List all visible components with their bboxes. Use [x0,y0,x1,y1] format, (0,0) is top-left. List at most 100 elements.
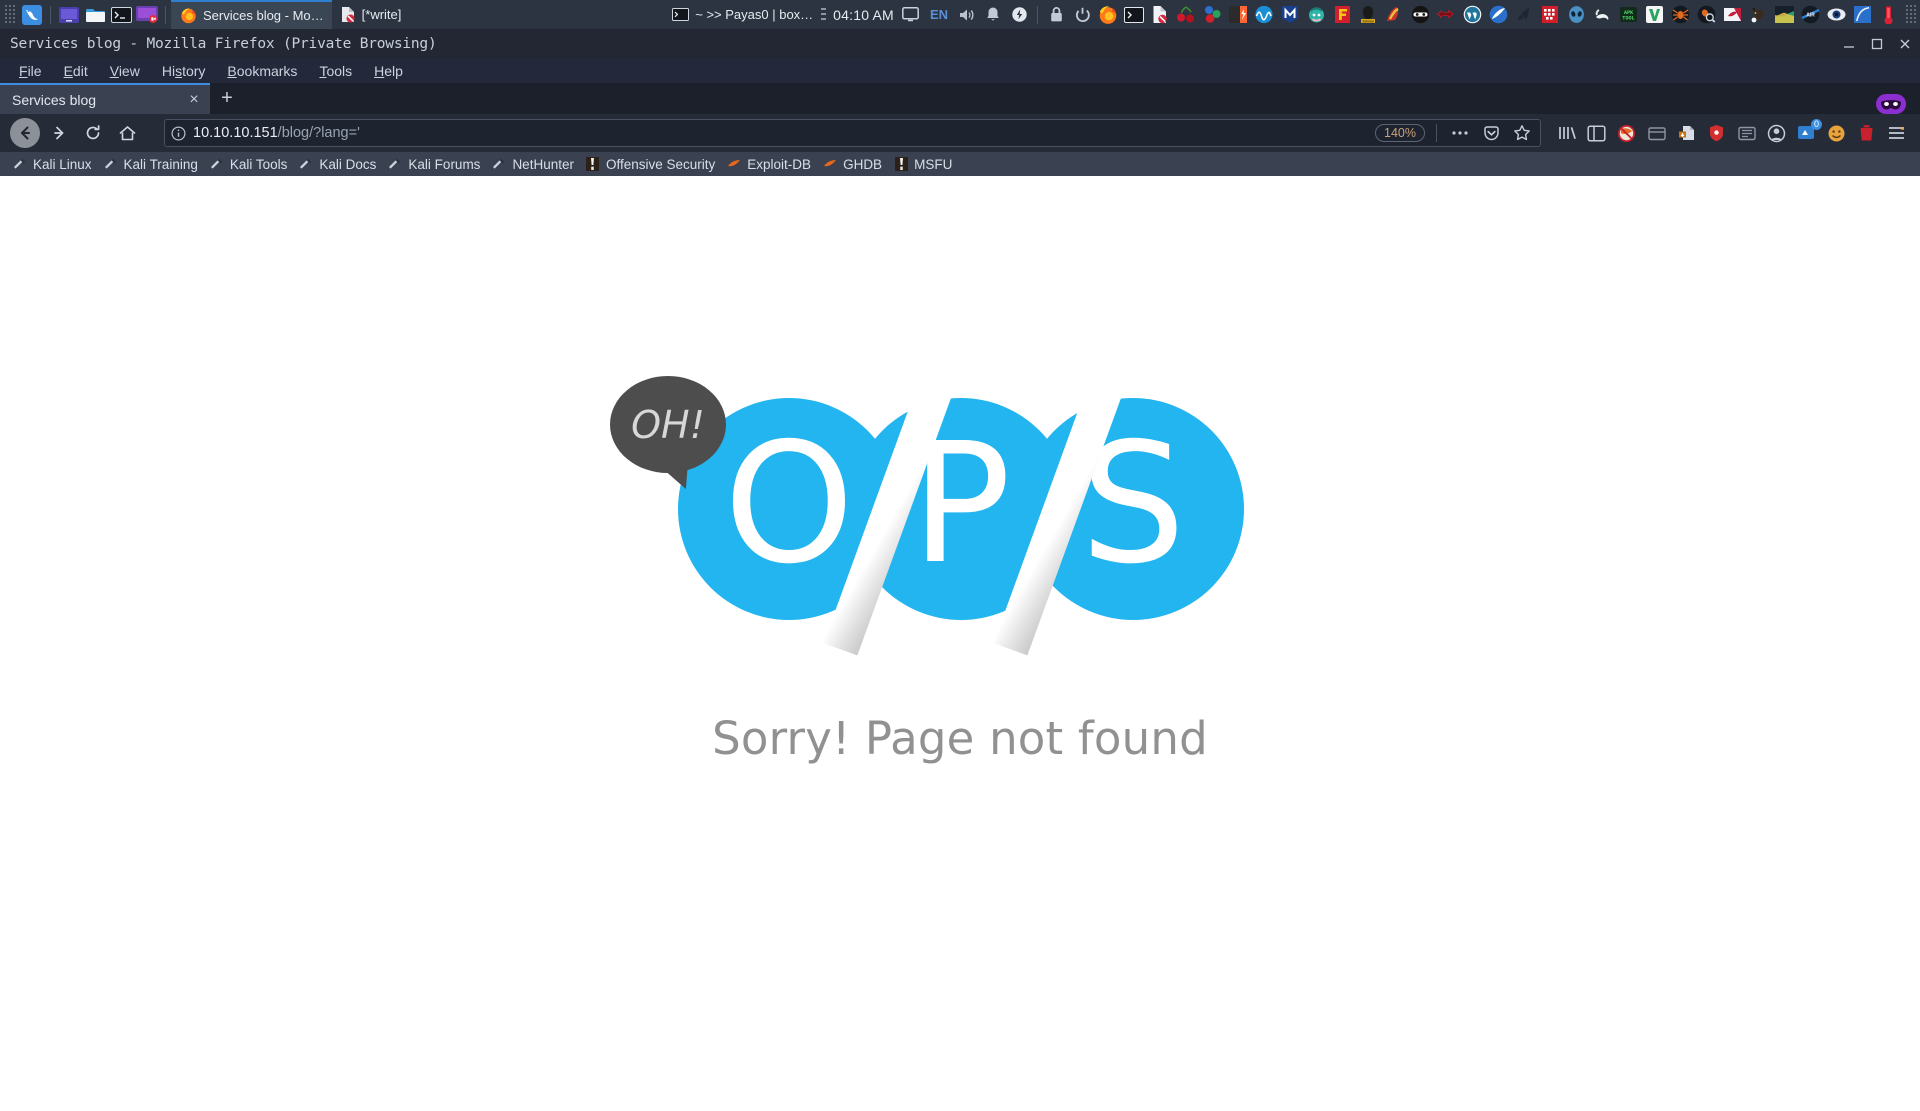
reload-button[interactable] [78,118,108,148]
johnny-icon[interactable]: Johnny [1355,2,1381,28]
desktop-icon[interactable] [56,2,82,28]
zaproxy-icon[interactable] [1433,2,1459,28]
hydra-icon[interactable] [1381,2,1407,28]
bell-icon[interactable] [980,2,1006,28]
page-actions-icon[interactable] [1448,121,1472,145]
terminal-icon[interactable] [1121,2,1147,28]
bookmark-label: Kali Docs [319,156,377,172]
library-icon[interactable] [1553,120,1580,147]
taskbar-window-label: [*write] [361,7,402,22]
metasploit-icon[interactable] [1277,2,1303,28]
faraday-icon[interactable] [1329,2,1355,28]
kali-dragon-icon[interactable] [19,2,45,28]
menu-hamburger-icon[interactable] [1883,120,1910,147]
nmap-icon[interactable] [1485,2,1511,28]
menu-bookmarks[interactable]: Bookmarks [216,60,308,82]
smile-icon[interactable] [1823,120,1850,147]
alien-icon[interactable] [1563,2,1589,28]
taskbar-window-firefox[interactable]: Services blog - Mo… [171,0,332,29]
scorpion-icon[interactable] [1589,2,1615,28]
terminal-icon[interactable] [108,2,134,28]
chart-icon[interactable] [1771,2,1797,28]
display-icon[interactable] [898,2,924,28]
taskbar-window-write[interactable]: [*write] [332,0,410,29]
addon-badge-icon[interactable]: 0 [1793,118,1822,147]
taskbar-window-terminal[interactable]: ~ >> Payas0 | box… [663,0,821,29]
maximize-button[interactable] [1870,37,1884,51]
burpsuite-icon[interactable] [1225,2,1251,28]
folder-icon[interactable] [82,2,108,28]
tab-services-blog[interactable]: Services blog × [0,83,210,114]
trash-icon[interactable] [1853,120,1880,147]
power-flash-icon[interactable] [1006,2,1032,28]
taskbar-grip-handle[interactable] [3,4,17,26]
responder-icon[interactable] [1537,2,1563,28]
recon-icon[interactable] [1693,2,1719,28]
bookmark-kali-training[interactable]: Kali Training [101,156,207,172]
bookmark-kali-linux[interactable]: Kali Linux [10,156,101,172]
document-blocked-icon[interactable] [1147,2,1173,28]
dog-icon[interactable] [1745,2,1771,28]
autopsy-icon[interactable] [1719,2,1745,28]
bookmark-offensive-security[interactable]: Offensive Security [583,156,724,172]
volume-icon[interactable] [954,2,980,28]
armitage-icon[interactable] [1849,2,1875,28]
zoom-level-indicator[interactable]: 140% [1375,124,1425,142]
taskbar-clock[interactable]: 04:10 AM [829,7,898,23]
menu-view[interactable]: View [99,60,151,82]
menu-file[interactable]: File [8,60,53,82]
shield-icon[interactable] [1703,120,1730,147]
maltego-icon[interactable] [1303,2,1329,28]
account-icon[interactable] [1763,120,1790,147]
terminal-icon [671,6,689,24]
sidebar-icon[interactable] [1583,120,1610,147]
bookmark-nethunter[interactable]: NetHunter [489,156,583,172]
clock-grip-icon[interactable] [821,6,827,24]
new-tab-button[interactable]: + [210,83,244,114]
url-text[interactable]: 10.10.10.151/blog/?lang=' [193,125,360,141]
private-browsing-indicator[interactable] [1876,94,1920,114]
menu-tools[interactable]: Tools [308,60,363,82]
firefox-icon[interactable] [1095,2,1121,28]
sqlmap-icon[interactable] [1511,2,1537,28]
menu-edit[interactable]: Edit [53,60,99,82]
bookmark-ghdb[interactable]: GHDB [820,156,891,172]
bookmark-kali-forums[interactable]: Kali Forums [385,156,489,172]
container-icon[interactable] [1643,120,1670,147]
screen-record-icon[interactable] [134,2,160,28]
page-info-icon[interactable] [171,125,186,141]
menu-history[interactable]: History [151,60,217,82]
bookmark-msfu[interactable]: MSFU [891,156,961,172]
block-icon[interactable] [1733,120,1760,147]
menu-help[interactable]: Help [363,60,414,82]
apktool-icon[interactable]: APK TOOL [1615,2,1641,28]
lock-icon[interactable] [1043,2,1069,28]
veil-icon[interactable] [1641,2,1667,28]
cherrytree-icon[interactable] [1173,2,1199,28]
thermo-icon[interactable] [1875,2,1901,28]
eye-icon[interactable] [1823,2,1849,28]
minimize-button[interactable] [1842,37,1856,51]
bookmark-kali-tools[interactable]: Kali Tools [207,156,297,172]
home-button[interactable] [112,118,142,148]
spider-icon[interactable] [1667,2,1693,28]
wireshark-icon[interactable] [1251,2,1277,28]
forward-button[interactable] [44,118,74,148]
taskbar-grip-handle-right[interactable] [1904,4,1918,26]
wordpress-icon[interactable] [1459,2,1485,28]
bookmark-star-icon[interactable] [1510,121,1534,145]
bloodhound-icon[interactable] [1199,2,1225,28]
beef-icon[interactable] [1407,2,1433,28]
noscript-icon[interactable] [1613,120,1640,147]
airgeddon-icon[interactable]: AIR [1797,2,1823,28]
bookmark-exploit-db[interactable]: Exploit-DB [724,156,820,172]
logout-icon[interactable] [1069,2,1095,28]
url-bar[interactable]: 10.10.10.151/blog/?lang=' 140% [164,119,1541,147]
close-button[interactable] [1898,37,1912,51]
close-icon[interactable]: × [184,90,204,110]
bookmark-kali-docs[interactable]: Kali Docs [296,156,385,172]
downloads-icon[interactable] [1673,120,1700,147]
keyboard-language-indicator[interactable]: EN [924,7,954,22]
pocket-icon[interactable] [1479,121,1503,145]
back-button[interactable] [10,118,40,148]
